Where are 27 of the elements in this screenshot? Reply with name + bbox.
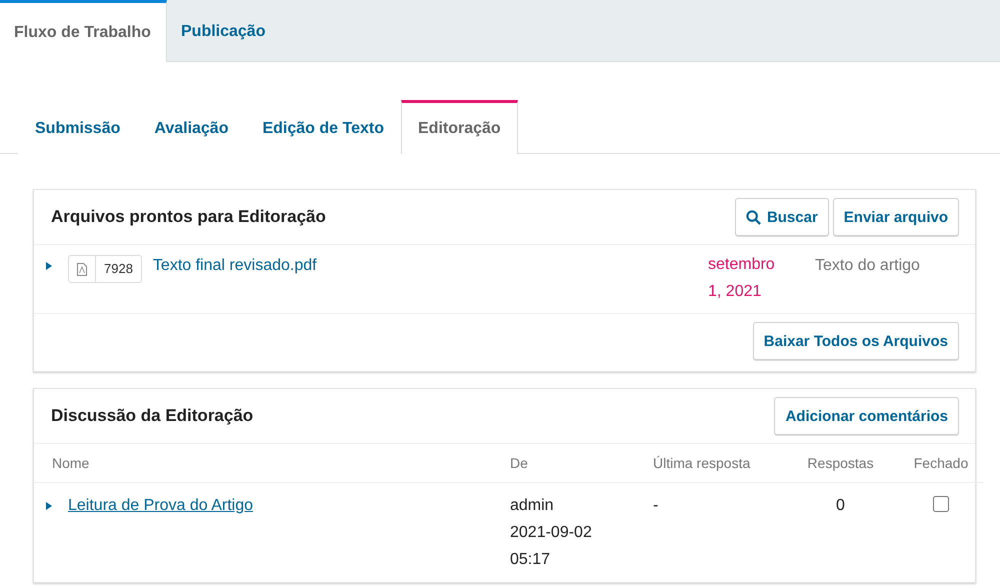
file-id: 7928 bbox=[95, 256, 141, 282]
column-header: Respostas bbox=[783, 444, 898, 483]
upload-button[interactable]: Enviar arquivo bbox=[832, 198, 959, 236]
panel-title: Discussão da Editoração bbox=[51, 406, 254, 426]
author-cell-text: admin 2021-09-02 05:17 bbox=[510, 496, 593, 570]
closed-checkbox[interactable] bbox=[933, 496, 949, 512]
discussion-link[interactable]: Leitura de Prova do Artigo bbox=[68, 497, 254, 515]
panel-title: Arquivos prontos para Editoração bbox=[51, 207, 326, 227]
expand-caret-icon[interactable] bbox=[45, 501, 53, 511]
file-link[interactable]: Texto final revisado.pdf bbox=[152, 257, 317, 275]
pdf-file-icon bbox=[76, 262, 88, 276]
stage-tab[interactable]: Editoração bbox=[401, 100, 518, 154]
download-all-button[interactable]: Baixar Todos os Arquivos bbox=[752, 322, 959, 360]
search-button[interactable]: Buscar bbox=[734, 198, 829, 236]
column-header: Nome bbox=[34, 444, 510, 483]
file-date: setembro 1, 2021 bbox=[708, 255, 776, 302]
last-reply-cell-text: - bbox=[653, 496, 660, 516]
column-header: Fechado bbox=[898, 444, 984, 483]
file-type: Texto do artigo bbox=[815, 257, 921, 275]
column-header: De bbox=[510, 444, 653, 483]
replies-cell-text: 0 bbox=[835, 496, 846, 516]
main-tab[interactable]: Publicação bbox=[167, 0, 280, 61]
add-comment-button[interactable]: Adicionar comentários bbox=[774, 397, 959, 435]
column-header: Última resposta bbox=[653, 444, 783, 483]
main-tab[interactable]: Fluxo de Trabalho bbox=[0, 0, 167, 62]
search-icon bbox=[746, 210, 761, 224]
expand-caret-icon[interactable] bbox=[45, 261, 53, 271]
